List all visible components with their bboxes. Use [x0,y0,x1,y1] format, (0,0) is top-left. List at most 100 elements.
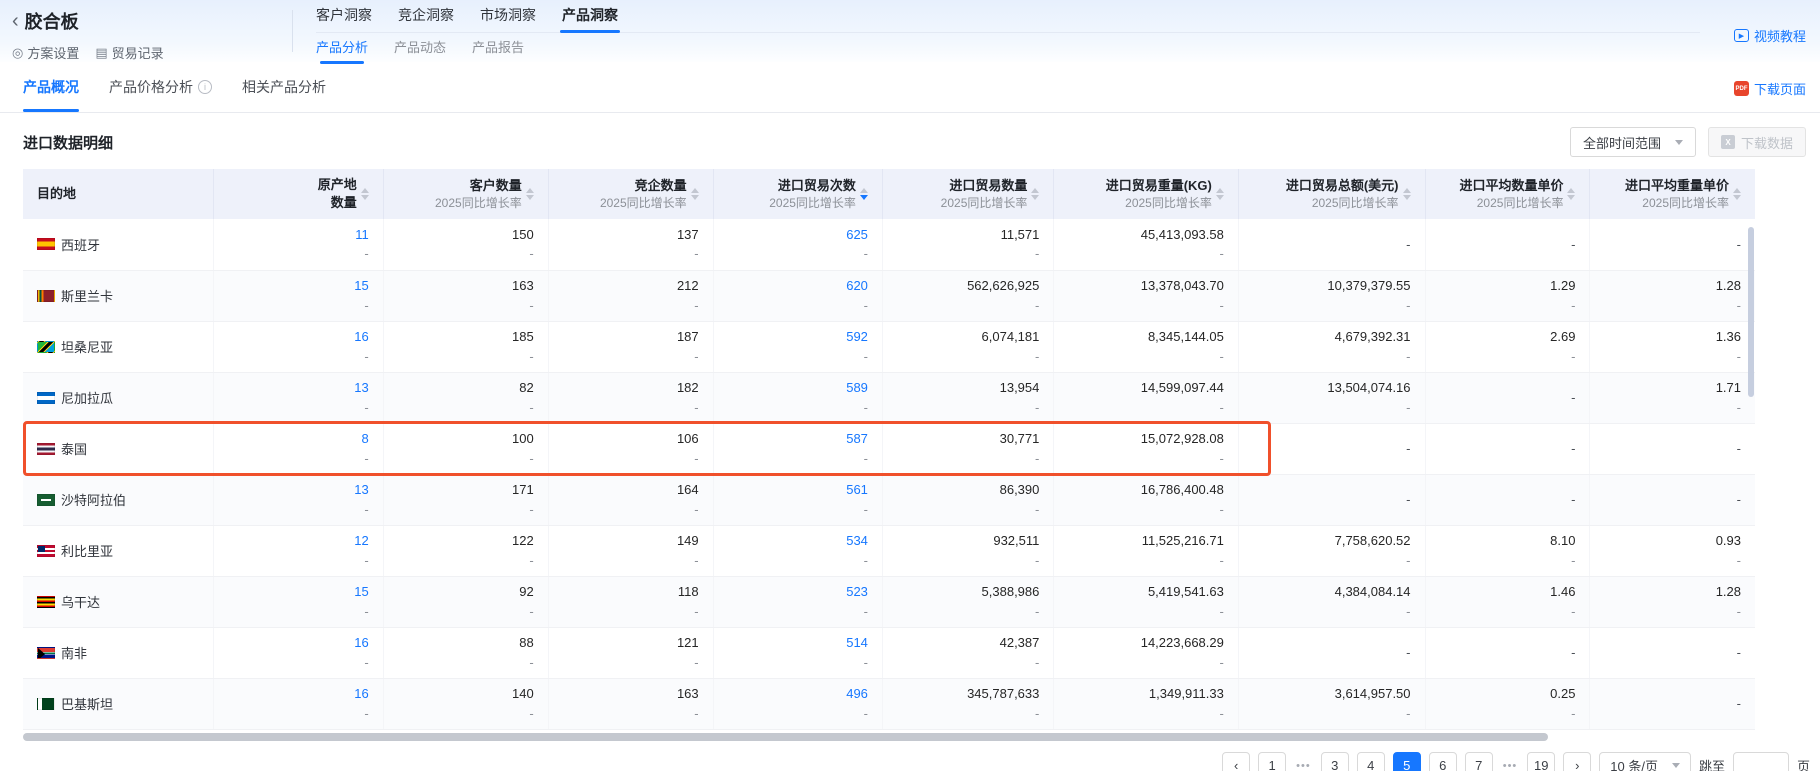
flag-icon-srilanka [37,290,55,302]
sort-icons[interactable] [1216,188,1224,200]
value-link[interactable]: 523 [846,582,868,602]
value-link[interactable]: 561 [846,480,868,500]
value-link[interactable]: 16 [354,327,368,347]
main-tab-市场洞察[interactable]: 市场洞察 [480,0,536,33]
value: 92 [519,582,533,602]
page-size-select[interactable]: 10 条/页 [1599,752,1691,771]
content-tab-产品概况[interactable]: 产品概况 [23,62,79,112]
data-cell: 30,771- [882,423,1053,474]
value-link[interactable]: 589 [846,378,868,398]
jump-page-input[interactable] [1733,752,1789,771]
download-page-link[interactable]: PDF 下载页面 [1734,79,1806,98]
back-icon[interactable]: ‹ [12,11,19,31]
growth-value: - [694,398,698,418]
page-button-6[interactable]: 6 [1429,752,1457,771]
data-cell: 45,413,093.58- [1054,219,1238,270]
data-cell: 11,525,216.71- [1054,525,1238,576]
data-cell: - [1590,627,1755,678]
column-header-进口贸易总额(美元)[interactable]: 进口贸易总额(美元)2025同比增长率 [1238,169,1425,219]
content-tab-相关产品分析[interactable]: 相关产品分析 [242,62,326,112]
main-tab-竞企洞察[interactable]: 竞企洞察 [398,0,454,33]
value-link[interactable]: 625 [846,225,868,245]
value-link[interactable]: 620 [846,276,868,296]
target-icon: ◎ [12,45,23,61]
growth-value: - [694,602,698,622]
vertical-scrollbar[interactable] [1748,227,1754,397]
sort-icons[interactable] [1031,188,1039,200]
destination-cell: 尼加拉瓜 [23,372,214,423]
empty-value: - [1406,643,1410,663]
action-贸易记录[interactable]: ▤贸易记录 [95,43,163,62]
main-tab-产品洞察[interactable]: 产品洞察 [562,0,618,33]
column-header-客户数量[interactable]: 客户数量2025同比增长率 [383,169,548,219]
horizontal-scrollbar[interactable] [23,733,1548,741]
column-header-竞企数量[interactable]: 竞企数量2025同比增长率 [548,169,713,219]
column-header-进口贸易次数[interactable]: 进口贸易次数2025同比增长率 [713,169,882,219]
time-range-select[interactable]: 全部时间范围 [1570,127,1696,157]
sub-tab-产品分析[interactable]: 产品分析 [316,36,368,63]
sort-icons[interactable] [1567,188,1575,200]
page-title: 胶合板 [25,8,79,34]
flag-icon-southafrica [37,647,55,659]
action-方案设置[interactable]: ◎方案设置 [12,43,79,62]
content-tab-产品价格分析[interactable]: 产品价格分析i [109,62,212,112]
sort-icons[interactable] [361,188,369,200]
data-cell: - [1238,423,1425,474]
data-cell: 496- [713,678,882,729]
value-link[interactable]: 13 [354,480,368,500]
page-button-7[interactable]: 7 [1465,752,1493,771]
sort-asc-icon [1733,188,1741,193]
sort-icons[interactable] [691,188,699,200]
sort-icons[interactable] [1733,188,1741,200]
data-cell: 100- [383,423,548,474]
header-title: 进口平均重量单价 [1625,177,1729,195]
value: 1.36 [1716,327,1741,347]
prev-page-button[interactable]: ‹ [1222,752,1250,771]
next-page-button[interactable]: › [1563,752,1591,771]
sort-icons[interactable] [1403,188,1411,200]
sort-icons[interactable] [526,188,534,200]
value-link[interactable]: 534 [846,531,868,551]
value-link[interactable]: 592 [846,327,868,347]
value-link[interactable]: 16 [354,633,368,653]
value-link[interactable]: 13 [354,378,368,398]
value-link[interactable]: 15 [354,276,368,296]
data-cell: 11,571- [882,219,1053,270]
column-header-进口平均数量单价[interactable]: 进口平均数量单价2025同比增长率 [1425,169,1590,219]
column-header-进口平均重量单价[interactable]: 进口平均重量单价2025同比增长率 [1590,169,1755,219]
growth-value: - [864,296,868,316]
data-cell: 345,787,633- [882,678,1053,729]
column-header-原产地数量[interactable]: 原产地数量 [214,169,383,219]
value-link[interactable]: 496 [846,684,868,704]
page-button-19[interactable]: 19 [1527,752,1555,771]
value-link[interactable]: 514 [846,633,868,653]
data-cell: 14,599,097.44- [1054,372,1238,423]
value-link[interactable]: 15 [354,582,368,602]
value-link[interactable]: 8 [362,429,369,449]
value-link[interactable]: 587 [846,429,868,449]
page-button-4[interactable]: 4 [1357,752,1385,771]
content-tab-label: 产品价格分析 [109,64,193,110]
value-link[interactable]: 12 [354,531,368,551]
page-button-5[interactable]: 5 [1393,752,1421,771]
video-tutorial-link[interactable]: ▶ 视频教程 [1734,26,1806,45]
page-button-3[interactable]: 3 [1321,752,1349,771]
growth-value: - [864,602,868,622]
column-header-进口贸易数量[interactable]: 进口贸易数量2025同比增长率 [882,169,1053,219]
value-link[interactable]: 16 [354,684,368,704]
value: 118 [678,582,699,602]
top-bar: ‹ 胶合板 ◎方案设置▤贸易记录 客户洞察竞企洞察市场洞察产品洞察 产品分析产品… [0,0,1820,62]
value-link[interactable]: 11 [355,225,369,245]
flag-icon-nicaragua [37,392,55,404]
sub-tab-产品动态[interactable]: 产品动态 [394,36,446,63]
sort-icons[interactable] [860,188,868,200]
action-label: 方案设置 [27,43,79,62]
main-tab-客户洞察[interactable]: 客户洞察 [316,0,372,33]
download-data-button[interactable]: X 下载数据 [1708,127,1806,157]
header-title: 进口贸易总额(美元) [1286,177,1399,195]
growth-value: - [1220,704,1224,724]
sub-tab-产品报告[interactable]: 产品报告 [472,36,524,63]
column-header-进口贸易重量(KG)[interactable]: 进口贸易重量(KG)2025同比增长率 [1054,169,1238,219]
page-button-1[interactable]: 1 [1258,752,1286,771]
pagination: ‹1•••34567•••19›10 条/页跳至页 [0,741,1820,771]
